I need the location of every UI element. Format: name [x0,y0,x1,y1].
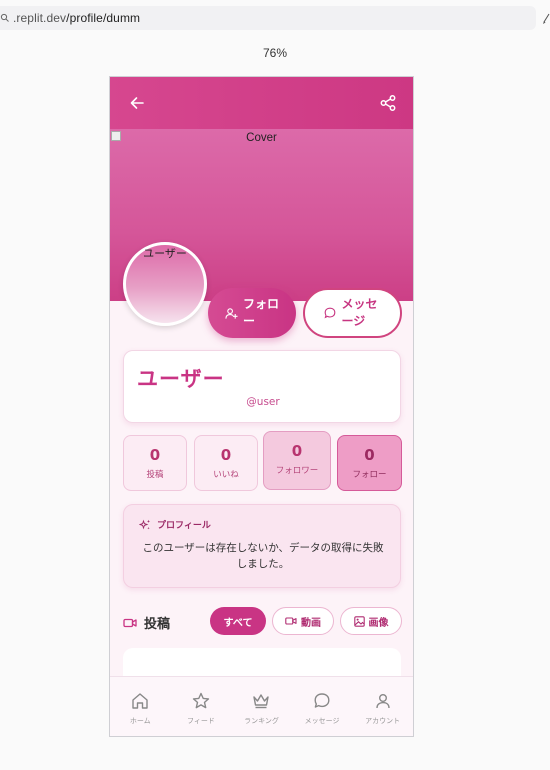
video-icon [123,618,137,627]
stat-label: 投稿 [146,470,164,480]
star-icon [192,692,210,709]
url-path: /profile/dumm [66,11,141,25]
profile-name-card: ユーザー @user [123,350,401,423]
nav-label: ランキング [244,717,279,725]
nav-ranking[interactable]: ランキング [231,677,292,736]
zoom-level: 76% [262,46,288,60]
tab-label: すべて [223,617,253,629]
tab-label: 動画 [301,617,321,629]
posts-title-label: 投稿 [144,617,171,632]
profile-info-card: プロフィール このユーザーは存在しないか、データの取得に失敗しました。 [123,504,401,588]
follow-label: フォロー [243,297,280,328]
stat-value: 0 [364,446,375,464]
follow-button[interactable]: フォロー [208,288,296,338]
tab-video[interactable]: 動画 [272,607,334,635]
stat-value: 0 [291,442,303,460]
user-plus-icon [225,307,238,319]
posts-section-header: 投稿 すべて 動画 画像 [123,607,403,637]
url-domain: .replit.dev [13,11,67,25]
share-icon[interactable] [379,94,397,112]
stat-following[interactable]: 0 フォロー [337,435,402,491]
crown-icon [253,694,270,709]
arrow-left-icon[interactable] [128,94,146,112]
nav-label: アカウント [365,717,401,725]
app-viewport: Cover ユーザー フォロー メッセージ ユーザー @user 0 投稿 0 … [109,76,414,737]
stat-followers[interactable]: 0 フォロワー [263,431,331,490]
edit-icon[interactable] [542,10,550,26]
avatar: ユーザー [123,242,207,326]
chat-icon [314,693,330,708]
avatar-alt-text: ユーザー [143,247,187,260]
stat-likes[interactable]: 0 いいね [194,435,258,491]
image-icon [353,615,365,627]
url-text: .replit.dev/profile/dumm [13,11,140,25]
posts-title: 投稿 [123,613,170,632]
stat-value: 0 [149,446,161,464]
stat-label: フォロワー [275,466,319,476]
nav-messages[interactable]: メッセージ [292,677,353,736]
chat-bubble-icon [324,307,335,319]
user-handle: @user [246,396,280,408]
message-label: メッセージ [341,297,378,328]
bottom-navigation: ホーム フィード ランキング メッセージ アカウント [110,676,413,736]
site-info-icon[interactable] [0,13,10,23]
home-icon [132,693,148,709]
app-header [110,77,413,129]
tab-image[interactable]: 画像 [340,607,402,635]
stat-posts[interactable]: 0 投稿 [123,435,187,491]
nav-feed[interactable]: フィード [171,677,232,736]
nav-account[interactable]: アカウント [352,677,413,736]
profile-card-title: プロフィール [157,521,211,531]
message-button[interactable]: メッセージ [303,288,402,338]
address-bar[interactable]: .replit.dev/profile/dumm [0,6,536,30]
sparkles-icon [139,519,151,529]
tab-all[interactable]: すべて [210,607,266,635]
video-icon [285,617,297,625]
display-name: ユーザー [137,367,225,391]
nav-label: メッセージ [304,717,340,725]
user-icon [375,694,390,709]
nav-label: フィード [186,717,215,725]
stat-value: 0 [220,446,232,464]
nav-home[interactable]: ホーム [110,677,171,736]
profile-error-message: このユーザーは存在しないか、データの取得に失敗しました。 [142,542,384,570]
profile-card-header: プロフィール [139,518,211,531]
stat-label: フォロー [352,470,387,480]
tab-label: 画像 [368,617,389,629]
nav-label: ホーム [129,717,151,725]
cover-alt-text: Cover [246,132,277,144]
stat-label: いいね [213,470,239,480]
